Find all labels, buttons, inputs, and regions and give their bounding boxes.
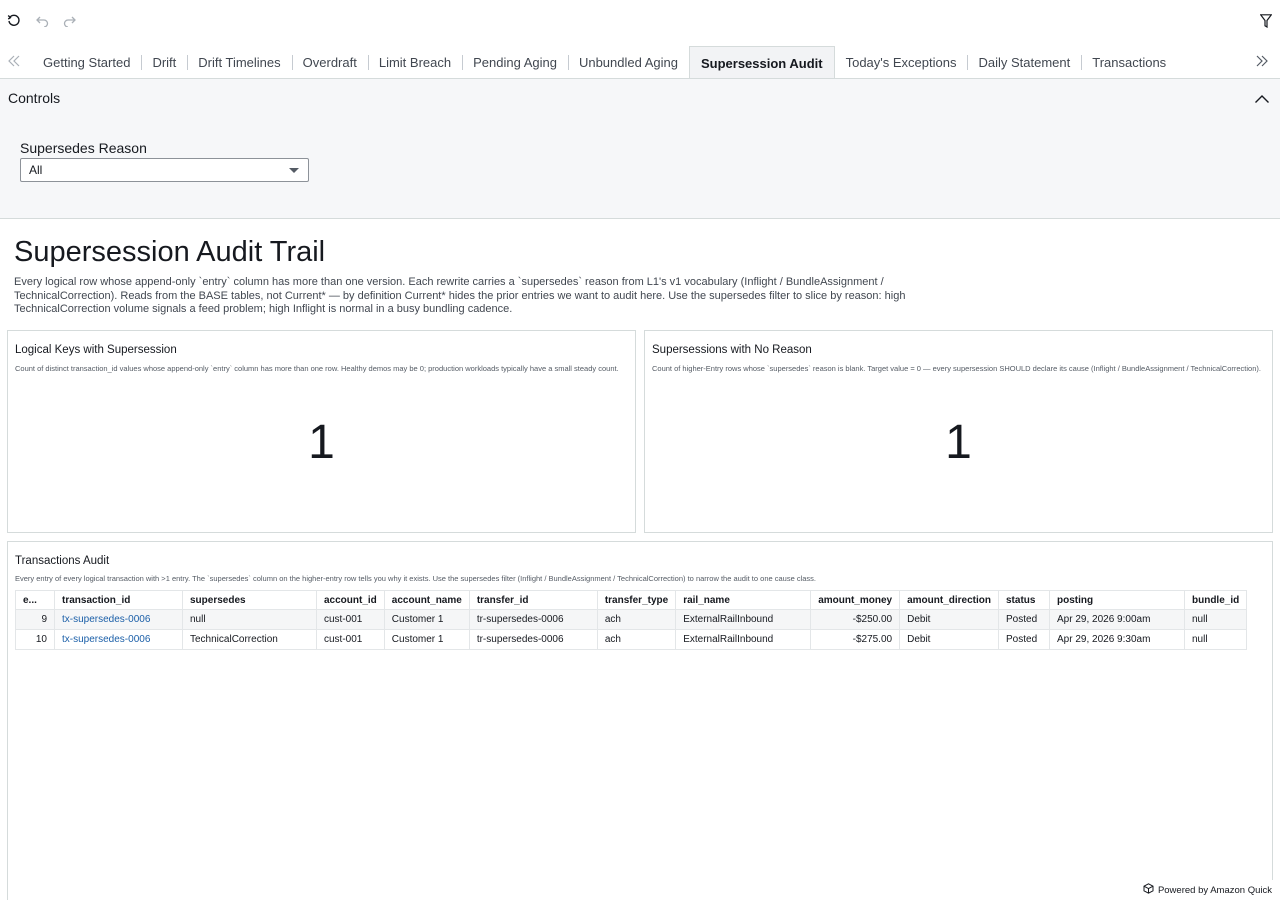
amazon-quick-logo-icon xyxy=(1143,883,1154,897)
column-header-transfer-type[interactable]: transfer_type xyxy=(596,590,677,610)
cell-rail-name: ExternalRailInbound xyxy=(675,609,812,630)
cell-posting: Apr 29, 2026 9:30am xyxy=(1049,629,1185,650)
cell-transfer-id: tr-supersedes-0006 xyxy=(468,609,598,630)
cell-entry: 10 xyxy=(15,629,55,650)
cell-amount-money: -$250.00 xyxy=(810,609,901,630)
transactions-audit-table-visual: Transactions Audit Every entry of every … xyxy=(7,541,1273,900)
controls-panel: Controls Supersedes Reason All xyxy=(0,79,1280,219)
transactions-audit-table: e... transaction_id supersedes account_i… xyxy=(15,590,1248,650)
cell-transaction-id-link[interactable]: tx-supersedes-0006 xyxy=(54,629,183,650)
tab-getting-started[interactable]: Getting Started xyxy=(32,46,141,78)
table-row[interactable]: 10 tx-supersedes-0006 TechnicalCorrectio… xyxy=(15,629,1248,650)
scroll-tabs-left-icon[interactable] xyxy=(6,54,26,72)
powered-by-text: Powered by Amazon Quick xyxy=(1157,884,1272,896)
tab-pending-aging[interactable]: Pending Aging xyxy=(462,46,568,78)
tab-supersession-audit[interactable]: Supersession Audit xyxy=(688,46,835,78)
chevron-up-icon[interactable] xyxy=(1254,91,1270,105)
tab-drift-timelines[interactable]: Drift Timelines xyxy=(187,46,291,78)
supersedes-reason-label: Supersedes Reason xyxy=(20,140,147,156)
tab-overdraft[interactable]: Overdraft xyxy=(291,46,368,78)
filter-icon[interactable] xyxy=(1257,12,1275,30)
cell-amount-money: -$275.00 xyxy=(810,629,901,650)
tab-unbundled-aging[interactable]: Unbundled Aging xyxy=(567,46,689,78)
caret-down-icon xyxy=(289,168,299,173)
kpi-subtitle: Count of higher-Entry rows whose `supers… xyxy=(652,364,1261,373)
kpi-subtitle: Count of distinct transaction_id values … xyxy=(15,364,619,373)
cell-bundle-id: null xyxy=(1183,609,1248,630)
cell-account-name: Customer 1 xyxy=(383,609,470,630)
cell-status: Posted xyxy=(998,609,1050,630)
tab-daily-statement[interactable]: Daily Statement xyxy=(967,46,1081,78)
cell-entry: 9 xyxy=(15,609,55,630)
controls-title: Controls xyxy=(8,90,61,106)
tab-limit-breach[interactable]: Limit Breach xyxy=(367,46,462,78)
cell-posting: Apr 29, 2026 9:00am xyxy=(1049,609,1185,630)
undo-icon[interactable] xyxy=(33,12,51,30)
cell-account-id: cust-001 xyxy=(316,629,385,650)
kpi-value: 1 xyxy=(308,416,335,469)
table-row[interactable]: 9 tx-supersedes-0006 null cust-001 Custo… xyxy=(15,609,1248,630)
column-header-transaction-id[interactable]: transaction_id xyxy=(54,590,183,610)
sheet-description: Every logical row whose append-only `ent… xyxy=(14,276,906,315)
tab-todays-exceptions[interactable]: Today's Exceptions xyxy=(835,46,968,78)
cell-transfer-type: ach xyxy=(596,609,677,630)
cell-supersedes: null xyxy=(182,609,317,630)
table-title: Transactions Audit xyxy=(15,555,110,567)
supersedes-reason-select[interactable]: All xyxy=(20,158,309,182)
column-header-rail-name[interactable]: rail_name xyxy=(675,590,812,610)
tab-transactions[interactable]: Transactions xyxy=(1081,46,1177,78)
top-toolbar xyxy=(0,0,1280,42)
column-header-supersedes[interactable]: supersedes xyxy=(182,590,317,610)
tab-list: Getting Started Drift Drift Timelines Ov… xyxy=(32,46,1177,78)
column-header-bundle-id[interactable]: bundle_id xyxy=(1183,590,1248,610)
kpi-logical-keys-with-supersession[interactable]: Logical Keys with Supersession Count of … xyxy=(7,330,636,533)
cell-bundle-id: null xyxy=(1183,629,1248,650)
kpi-value: 1 xyxy=(945,416,972,469)
column-header-account-name[interactable]: account_name xyxy=(383,590,470,610)
cell-status: Posted xyxy=(998,629,1050,650)
table-subtitle: Every entry of every logical transaction… xyxy=(15,574,817,583)
supersedes-reason-value: All xyxy=(29,163,43,177)
cell-transfer-type: ach xyxy=(596,629,677,650)
table-header-row: e... transaction_id supersedes account_i… xyxy=(15,590,1248,610)
kpi-title: Supersessions with No Reason xyxy=(652,344,812,356)
sheet-tabs: Getting Started Drift Drift Timelines Ov… xyxy=(0,46,1280,79)
sheet-title: Supersession Audit Trail xyxy=(14,236,326,268)
kpi-title: Logical Keys with Supersession xyxy=(15,344,177,356)
column-header-transfer-id[interactable]: transfer_id xyxy=(468,590,598,610)
redo-icon[interactable] xyxy=(61,12,79,30)
column-header-amount-money[interactable]: amount_money xyxy=(810,590,901,610)
cell-transaction-id-link[interactable]: tx-supersedes-0006 xyxy=(54,609,183,630)
column-header-posting[interactable]: posting xyxy=(1049,590,1185,610)
powered-by-badge[interactable]: Powered by Amazon Quick xyxy=(1136,880,1280,900)
refresh-icon[interactable] xyxy=(5,12,23,30)
cell-account-id: cust-001 xyxy=(316,609,385,630)
cell-supersedes: TechnicalCorrection xyxy=(182,629,317,650)
cell-amount-direction: Debit xyxy=(899,629,999,650)
column-header-entry[interactable]: e... xyxy=(15,590,55,610)
column-header-account-id[interactable]: account_id xyxy=(316,590,385,610)
cell-rail-name: ExternalRailInbound xyxy=(675,629,812,650)
kpi-supersessions-with-no-reason[interactable]: Supersessions with No Reason Count of hi… xyxy=(644,330,1273,533)
scroll-tabs-right-icon[interactable] xyxy=(1254,54,1274,72)
cell-account-name: Customer 1 xyxy=(383,629,470,650)
tab-drift[interactable]: Drift xyxy=(141,46,187,78)
column-header-status[interactable]: status xyxy=(998,590,1050,610)
cell-amount-direction: Debit xyxy=(899,609,999,630)
column-header-amount-direction[interactable]: amount_direction xyxy=(899,590,999,610)
cell-transfer-id: tr-supersedes-0006 xyxy=(468,629,598,650)
